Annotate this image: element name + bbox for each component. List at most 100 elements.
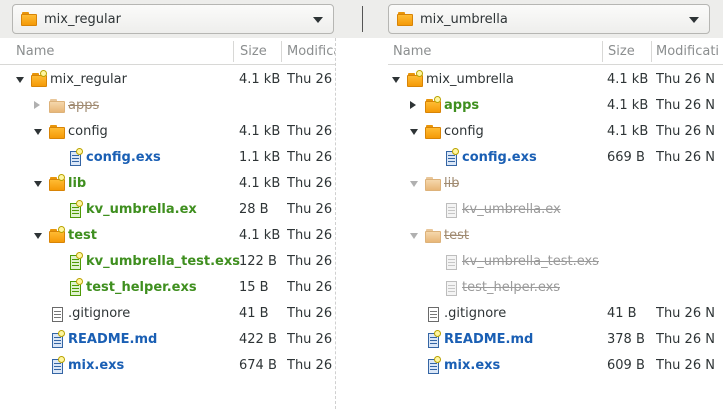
emblem-icon [58, 356, 65, 363]
tree-row[interactable]: kv_umbrella.ex 28 B Thu 26 [0, 198, 335, 224]
file-icon [425, 306, 442, 323]
tree-row-name: lib [68, 176, 87, 191]
tree-row-modified: Thu 26 [287, 150, 333, 165]
tree-row-name: apps [444, 98, 480, 113]
right-column-headers: Name Size Modificati [388, 38, 723, 65]
tree-row[interactable]: config.exs 669 B Thu 26 N [388, 146, 723, 172]
column-header-name[interactable]: Name [16, 44, 54, 59]
file-icon [443, 254, 460, 271]
file-icon [443, 148, 460, 167]
tree-row[interactable]: kv_umbrella.ex [388, 198, 723, 224]
tree-row[interactable]: lib 4.1 kB Thu 26 [0, 172, 335, 198]
emblem-icon [76, 252, 83, 259]
column-header-size[interactable]: Size [608, 44, 635, 59]
tree-row[interactable]: mix.exs 609 B Thu 26 N [388, 354, 723, 380]
emblem-icon [76, 200, 83, 207]
tree-row-name: test_helper.exs [462, 280, 561, 295]
tree-row-modified: Thu 26 [287, 176, 333, 191]
tree-row[interactable]: README.md 378 B Thu 26 N [388, 328, 723, 354]
expander-expanded-icon[interactable] [410, 181, 418, 187]
pane-divider [362, 6, 363, 32]
tree-row[interactable]: config 4.1 kB Thu 26 N [388, 120, 723, 146]
folder-icon [425, 96, 442, 115]
expander-expanded-icon[interactable] [410, 233, 418, 239]
emblem-icon [434, 356, 441, 363]
tree-row-modified: Thu 26 [287, 228, 333, 243]
tree-row[interactable]: .gitignore 41 B Thu 26 N [388, 302, 723, 328]
tree-row[interactable]: test [388, 224, 723, 250]
tree-row-size: 4.1 kB [239, 176, 281, 191]
expander-expanded-icon[interactable] [16, 77, 24, 83]
folder-icon [425, 124, 442, 141]
file-icon [425, 356, 442, 375]
column-header-size[interactable]: Size [240, 44, 267, 59]
folder-icon [49, 98, 66, 115]
expander-collapsed-icon[interactable] [410, 101, 416, 109]
left-column-headers: Name Size Modificati [0, 38, 335, 65]
tree-row-name: mix.exs [68, 358, 125, 373]
tree-row[interactable]: apps 4.1 kB Thu 26 N [388, 94, 723, 120]
tree-row[interactable]: config 4.1 kB Thu 26 [0, 120, 335, 146]
emblem-icon [452, 148, 459, 155]
emblem-icon [416, 70, 423, 77]
column-header-modified[interactable]: Modificati [287, 44, 335, 59]
tree-row-size: 422 B [239, 332, 277, 347]
tree-row-name: mix_umbrella [426, 72, 514, 87]
tree-row[interactable]: .gitignore 41 B Thu 26 [0, 302, 335, 328]
tree-row-modified: Thu 26 N [656, 358, 715, 373]
tree-row[interactable]: lib [388, 172, 723, 198]
tree-row[interactable]: apps [0, 94, 335, 120]
right-file-tree[interactable]: Name Size Modificati mix_umbrella 4.1 kB T… [388, 38, 723, 409]
tree-row[interactable]: mix.exs 674 B Thu 26 [0, 354, 335, 380]
tree-row-name: .gitignore [444, 306, 507, 321]
tree-row-modified: Thu 26 [287, 306, 333, 321]
tree-row-size: 122 B [239, 254, 277, 269]
tree-row-size: 41 B [607, 306, 637, 321]
tree-row[interactable]: kv_umbrella_test.exs [388, 250, 723, 276]
tree-row[interactable]: kv_umbrella_test.exs 122 B Thu 26 [0, 250, 335, 276]
tree-row-name: config [444, 124, 484, 139]
right-folder-picker[interactable]: mix_umbrella [388, 4, 710, 34]
tree-row-modified: Thu 26 N [656, 124, 715, 139]
tree-row-modified: Thu 26 N [656, 98, 715, 113]
tree-row-modified: Thu 26 [287, 358, 333, 373]
tree-row-size: 674 B [239, 358, 277, 373]
tree-row-size: 28 B [239, 202, 269, 217]
tree-row-name: kv_umbrella_test.exs [462, 254, 599, 269]
tree-row-name: kv_umbrella_test.exs [86, 254, 241, 269]
column-header-modified[interactable]: Modificati [656, 44, 723, 59]
tree-row-modified: Thu 26 [287, 254, 333, 269]
tree-row[interactable]: test_helper.exs 15 B Thu 26 [0, 276, 335, 302]
tree-row[interactable]: mix_regular 4.1 kB Thu 26 [0, 68, 335, 94]
tree-row-modified: Thu 26 N [656, 150, 715, 165]
left-file-tree[interactable]: Name Size Modificati mix_regular 4.1 kB Th… [0, 38, 336, 409]
tree-row[interactable]: test_helper.exs [388, 276, 723, 302]
tree-row-modified: Thu 26 N [656, 332, 715, 347]
folder-icon [31, 70, 48, 89]
tree-row-name: mix.exs [444, 358, 501, 373]
expander-expanded-icon[interactable] [34, 129, 42, 135]
expander-expanded-icon[interactable] [392, 77, 400, 83]
expander-expanded-icon[interactable] [34, 181, 42, 187]
tree-row-name: config [68, 124, 108, 139]
tree-row-size: 669 B [607, 150, 645, 165]
column-header-name[interactable]: Name [393, 44, 431, 59]
tree-row-modified: Thu 26 N [656, 306, 715, 321]
comparison-gutter [336, 38, 388, 409]
right-folder-picker-label: mix_umbrella [420, 11, 508, 27]
emblem-icon [58, 226, 65, 233]
tree-row-name: config.exs [86, 150, 161, 165]
tree-row-name: test [444, 228, 469, 243]
tree-row[interactable]: test 4.1 kB Thu 26 [0, 224, 335, 250]
tree-row-modified: Thu 26 [287, 72, 333, 87]
expander-expanded-icon[interactable] [34, 233, 42, 239]
left-folder-picker[interactable]: mix_regular [12, 4, 334, 34]
tree-row-name: kv_umbrella.ex [86, 202, 197, 217]
tree-row[interactable]: README.md 422 B Thu 26 [0, 328, 335, 354]
tree-row[interactable]: config.exs 1.1 kB Thu 26 [0, 146, 335, 172]
emblem-icon [58, 330, 65, 337]
expander-expanded-icon[interactable] [410, 129, 418, 135]
expander-collapsed-icon[interactable] [34, 101, 40, 109]
folder-icon [397, 11, 414, 28]
tree-row[interactable]: mix_umbrella 4.1 kB Thu 26 N [388, 68, 723, 94]
